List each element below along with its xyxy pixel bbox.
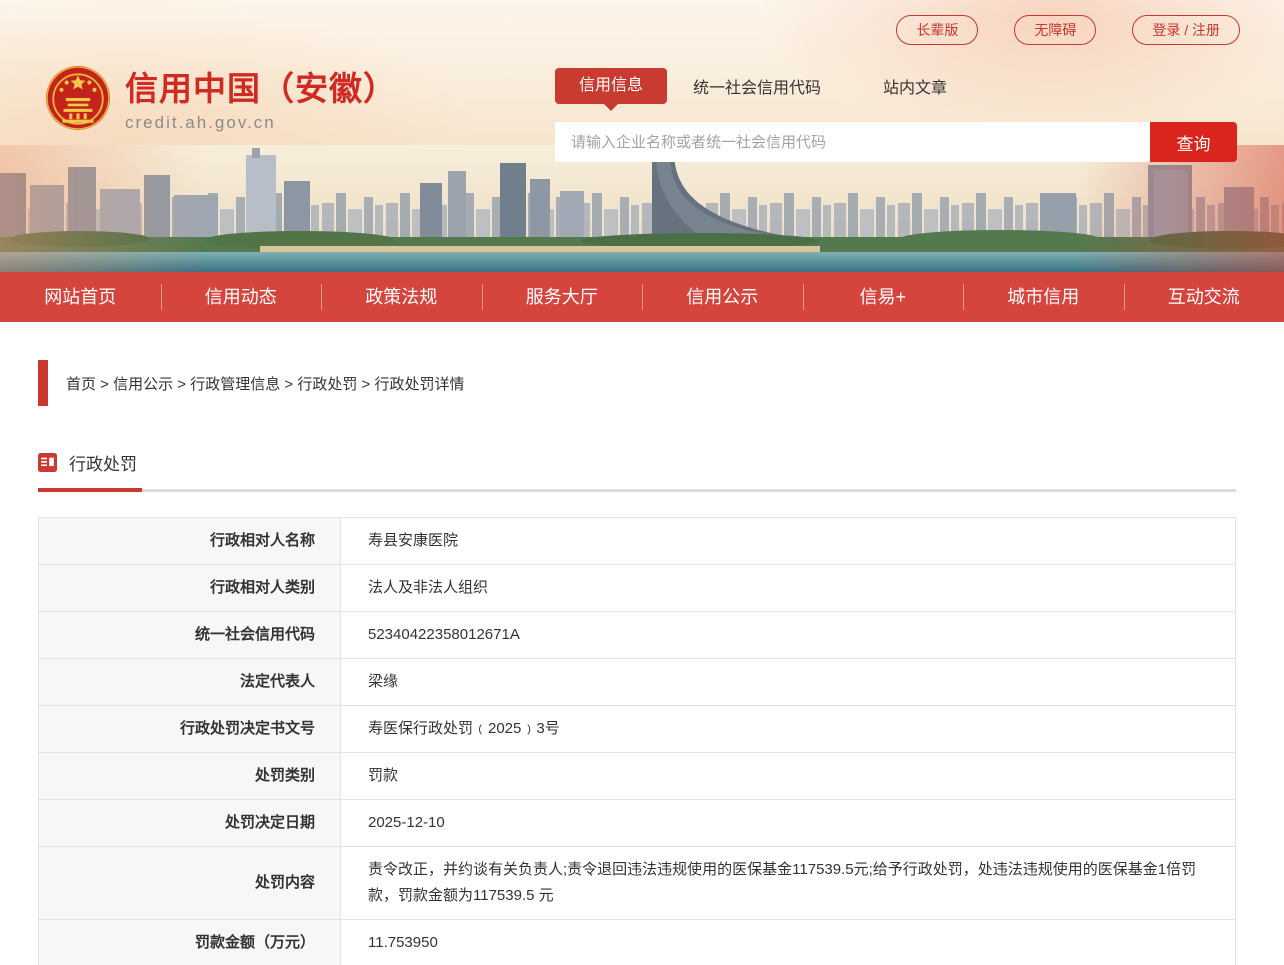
row-label: 统一社会信用代码 xyxy=(39,612,341,659)
row-label: 行政处罚决定书文号 xyxy=(39,706,341,753)
row-value: 罚款 xyxy=(341,753,1236,800)
search-tabs: 信用信息 统一社会信用代码 站内文章 xyxy=(555,68,1237,104)
row-label: 处罚类别 xyxy=(39,753,341,800)
quick-link-button[interactable]: 登录 / 注册 xyxy=(1132,15,1240,45)
quick-link-button[interactable]: 长辈版 xyxy=(896,15,978,45)
breadcrumb-item[interactable]: 行政处罚详情 xyxy=(375,376,465,393)
breadcrumb-item[interactable]: 行政管理信息 xyxy=(190,376,297,393)
quick-link-button[interactable]: 无障碍 xyxy=(1014,15,1096,45)
city-skyline-banner xyxy=(0,145,1284,272)
search-module: 信用信息 统一社会信用代码 站内文章 查询 xyxy=(555,68,1237,162)
row-value: 11.753950 xyxy=(341,920,1236,965)
table-row: 处罚决定日期 2025-12-10 xyxy=(39,800,1236,847)
nav-item[interactable]: 政策法规 xyxy=(321,272,482,322)
row-value: 寿医保行政处罚﹙2025﹚3号 xyxy=(341,706,1236,753)
row-label: 处罚内容 xyxy=(39,847,341,920)
main-content: 行政处罚 行政相对人名称 寿县安康医院 行政相对人类别 法人及非法人组织 统一社… xyxy=(38,450,1236,965)
breadcrumb: 首页信用公示行政管理信息行政处罚行政处罚详情 xyxy=(38,360,1236,406)
row-value: 52340422358012671A xyxy=(341,612,1236,659)
brand-text: 信用中国（安徽） credit.ah.gov.cn xyxy=(125,62,397,133)
row-value: 2025-12-10 xyxy=(341,800,1236,847)
breadcrumb-item[interactable]: 信用公示 xyxy=(113,376,190,393)
nav-item[interactable]: 信易+ xyxy=(803,272,964,322)
table-row: 统一社会信用代码 52340422358012671A xyxy=(39,612,1236,659)
site-url: credit.ah.gov.cn xyxy=(125,113,397,133)
site-logo[interactable]: 信用中国（安徽） credit.ah.gov.cn xyxy=(45,62,397,133)
table-row: 处罚类别 罚款 xyxy=(39,753,1236,800)
search-tab[interactable]: 信用信息 xyxy=(555,68,667,104)
search-bar: 查询 xyxy=(555,122,1237,162)
table-row: 罚款金额（万元） 11.753950 xyxy=(39,920,1236,965)
table-row: 行政处罚决定书文号 寿医保行政处罚﹙2025﹚3号 xyxy=(39,706,1236,753)
penalty-detail-table: 行政相对人名称 寿县安康医院 行政相对人类别 法人及非法人组织 统一社会信用代码… xyxy=(38,517,1236,965)
table-row: 法定代表人 梁缘 xyxy=(39,659,1236,706)
row-value: 责令改正，并约谈有关负责人;责令退回违法违规使用的医保基金117539.5元;给… xyxy=(341,847,1236,920)
breadcrumb-item[interactable]: 首页 xyxy=(66,376,113,393)
row-label: 行政相对人名称 xyxy=(39,518,341,565)
main-nav: 网站首页信用动态政策法规服务大厅信用公示信易+城市信用互动交流 xyxy=(0,272,1284,322)
row-label: 行政相对人类别 xyxy=(39,565,341,612)
section-header: 行政处罚 xyxy=(38,450,1236,492)
row-label: 罚款金额（万元） xyxy=(39,920,341,965)
section-title: 行政处罚 xyxy=(69,450,137,475)
search-button[interactable]: 查询 xyxy=(1150,122,1237,162)
national-emblem-icon xyxy=(45,65,111,131)
nav-item[interactable]: 信用公示 xyxy=(642,272,803,322)
row-value: 梁缘 xyxy=(341,659,1236,706)
nav-item[interactable]: 信用动态 xyxy=(161,272,322,322)
row-value: 法人及非法人组织 xyxy=(341,565,1236,612)
site-header: 长辈版 无障碍 登录 / 注册 信用中国（安徽） xyxy=(0,0,1284,145)
search-tab[interactable]: 统一社会信用代码 xyxy=(693,74,821,98)
site-name: 信用中国（安徽） xyxy=(125,62,397,110)
breadcrumb-items: 首页信用公示行政管理信息行政处罚行政处罚详情 xyxy=(66,373,465,394)
breadcrumb-accent-bar xyxy=(38,360,48,406)
nav-item[interactable]: 服务大厅 xyxy=(482,272,643,322)
row-value: 寿县安康医院 xyxy=(341,518,1236,565)
table-row: 处罚内容 责令改正，并约谈有关负责人;责令退回违法违规使用的医保基金117539… xyxy=(39,847,1236,920)
nav-item[interactable]: 互动交流 xyxy=(1124,272,1284,322)
nav-item[interactable]: 网站首页 xyxy=(0,272,161,322)
search-tab[interactable]: 站内文章 xyxy=(883,74,947,98)
table-row: 行政相对人名称 寿县安康医院 xyxy=(39,518,1236,565)
row-label: 法定代表人 xyxy=(39,659,341,706)
table-row: 行政相对人类别 法人及非法人组织 xyxy=(39,565,1236,612)
document-list-icon xyxy=(38,453,57,472)
row-label: 处罚决定日期 xyxy=(39,800,341,847)
quick-links: 长辈版 无障碍 登录 / 注册 xyxy=(896,15,1240,45)
search-input[interactable] xyxy=(555,122,1150,162)
breadcrumb-item[interactable]: 行政处罚 xyxy=(297,376,374,393)
section-tab: 行政处罚 xyxy=(38,450,137,475)
nav-item[interactable]: 城市信用 xyxy=(963,272,1124,322)
